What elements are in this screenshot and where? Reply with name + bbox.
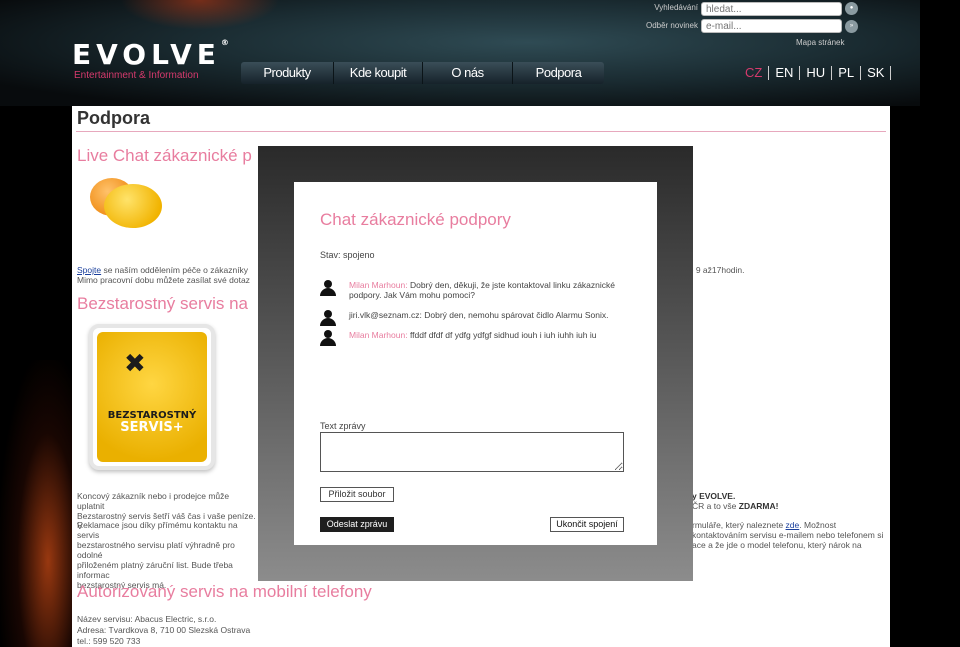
search-button[interactable]: ● — [845, 2, 858, 15]
message-sender: Milan Marhoun: — [349, 280, 408, 290]
bezstarostny-servis-badge: ✖ BEZSTAROSTNÝ SERVIS+ — [89, 324, 215, 470]
lang-cz[interactable]: CZ — [745, 66, 770, 80]
lang-sk[interactable]: SK — [861, 66, 892, 80]
nav-item-produkty[interactable]: Produkty — [241, 62, 334, 84]
chat-status: Stav: spojeno — [320, 250, 375, 260]
nav-item-kde-koupit[interactable]: Kde koupit — [334, 62, 423, 84]
send-message-button[interactable]: Odeslat zprávu — [320, 517, 394, 532]
chat-message: Milan Marhoun: Dobrý den, děkuji, že jst… — [320, 280, 640, 300]
nav-item-podpora[interactable]: Podpora — [513, 62, 604, 84]
right-border — [920, 0, 960, 647]
end-chat-button[interactable]: Ukončit spojení — [550, 517, 624, 532]
person-icon — [320, 310, 336, 326]
sitemap-link[interactable]: Mapa stránek — [796, 38, 844, 47]
evolve-logo[interactable]: EVOLVE® — [72, 38, 229, 71]
care-text-right-2: rmuláře, který naleznete zde. Možnost ko… — [692, 520, 884, 550]
side-fire-decoration — [0, 360, 80, 647]
language-switcher: CZ EN HU PL SK — [745, 66, 892, 80]
search-label: Vyhledávání — [654, 3, 698, 12]
lang-en[interactable]: EN — [769, 66, 801, 80]
message-label: Text zprávy — [320, 421, 366, 431]
lang-pl[interactable]: PL — [832, 66, 862, 80]
attach-file-button[interactable]: Přiložit soubor — [320, 487, 394, 502]
newsletter-submit-button[interactable]: » — [845, 20, 858, 33]
chat-message: Milan Marhoun: ffddf dfdf df ydfg ydfgf … — [320, 330, 640, 346]
tools-icon: ✖ — [124, 348, 146, 378]
service-provider-info: Název servisu: Abacus Electric, s.r.o. A… — [77, 614, 251, 646]
message-textarea[interactable] — [320, 432, 624, 472]
newsletter-email-input[interactable] — [701, 19, 842, 33]
chat-bubble-icon — [104, 184, 162, 228]
message-text: ffddf dfdf df ydfg ydfgf sidhud iouh i i… — [407, 330, 597, 340]
authorized-service-heading: Autorizovaný servis na mobilní telefony — [77, 582, 372, 601]
search-input[interactable] — [701, 2, 842, 16]
search-icon: ● — [849, 5, 854, 11]
person-icon — [320, 330, 336, 346]
message-sender: Milan Marhoun: — [349, 330, 408, 340]
site-header: EVOLVE® Entertainment & Information Prod… — [0, 0, 960, 106]
chat-dialog: Chat zákaznické podpory Stav: spojeno Mi… — [294, 182, 657, 545]
lang-hu[interactable]: HU — [800, 66, 833, 80]
chat-hours-text: bě 9 až17hodin. — [684, 265, 745, 275]
care-service-heading: Bezstarostný servis na — [77, 294, 249, 313]
message-sender: jiri.vlk@seznam.cz: — [349, 310, 422, 320]
care-text-right-1: y EVOLVE. ČR a to vše ZDARMA! — [692, 491, 779, 511]
form-link[interactable]: zde — [786, 520, 800, 530]
live-chat-heading: Live Chat zákaznické p — [77, 146, 252, 165]
main-nav: Produkty Kde koupit O nás Podpora — [241, 62, 604, 84]
chat-intro-text: Spojte se naším oddělením péče o zákazní… — [77, 265, 249, 275]
chat-offhours-text: Mimo pracovní dobu můžete zasílat své do… — [77, 275, 250, 285]
care-text-left-2: Reklamace jsou díky přímému kontaktu na … — [77, 520, 238, 590]
message-text: Dobrý den, nemohu spárovat čidlo Alarmu … — [421, 310, 609, 320]
page-title: Podpora — [77, 108, 151, 128]
nav-item-o-nas[interactable]: O nás — [423, 62, 513, 84]
chat-message: jiri.vlk@seznam.cz: Dobrý den, nemohu sp… — [320, 310, 640, 326]
title-divider — [76, 131, 886, 132]
chat-dialog-title: Chat zákaznické podpory — [320, 210, 511, 229]
person-icon — [320, 280, 336, 296]
newsletter-label: Odběr novinek — [645, 21, 698, 30]
chat-connect-link[interactable]: Spojte — [77, 265, 101, 275]
header-fire-decoration — [120, 0, 280, 30]
logo-tagline: Entertainment & Information — [74, 70, 199, 81]
